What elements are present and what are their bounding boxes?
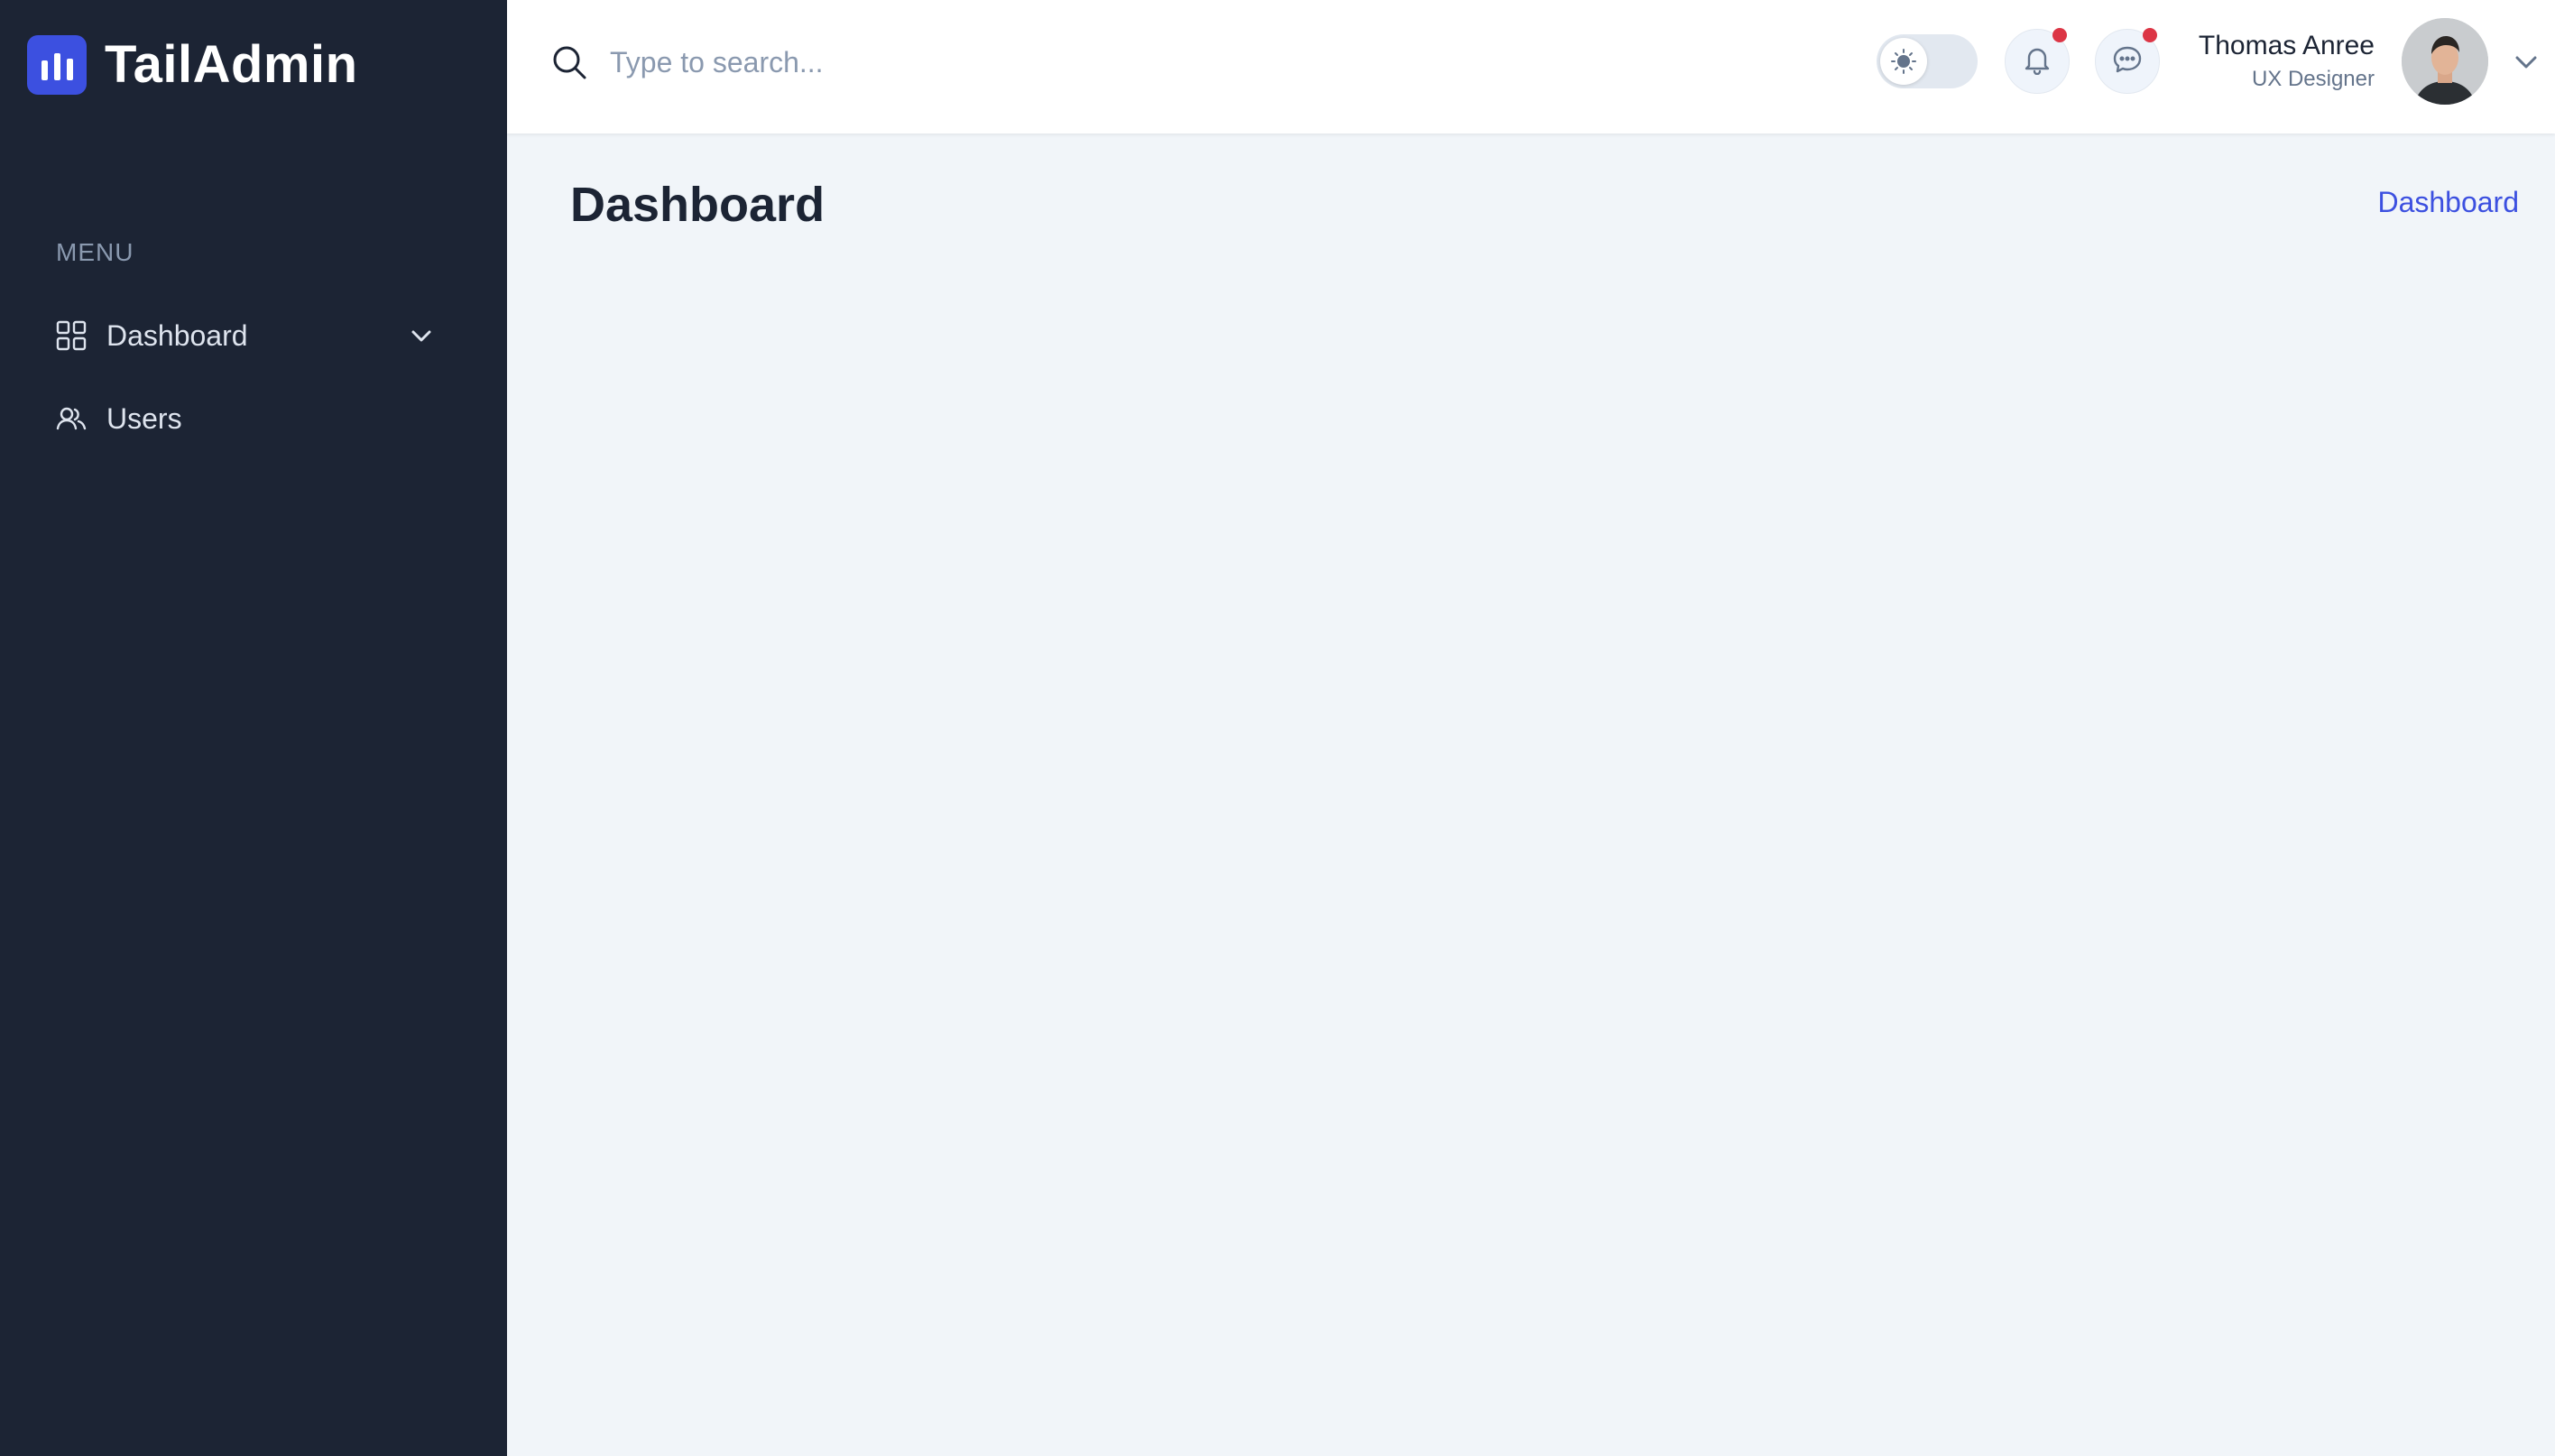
bell-icon [2022, 44, 2052, 79]
grid-icon [56, 320, 87, 351]
search-icon[interactable] [550, 43, 588, 81]
top-header: Thomas Anree UX Designer [507, 0, 2555, 134]
users-icon [56, 403, 87, 434]
notification-badge [2052, 28, 2067, 42]
sidebar-item-label: Users [106, 401, 182, 435]
brand-name: TailAdmin [105, 35, 358, 94]
avatar[interactable] [2402, 18, 2488, 105]
app-root: TailAdmin MENU Dashboard Users Type to s… [0, 0, 2555, 1456]
menu-heading: MENU [56, 238, 134, 266]
sidebar-item-users[interactable]: Users [56, 392, 435, 446]
chevron-down-icon[interactable] [2512, 47, 2541, 76]
user-info[interactable]: Thomas Anree UX Designer [2199, 31, 2375, 92]
notifications-button[interactable] [2005, 28, 2070, 94]
sidebar-item-dashboard[interactable]: Dashboard [56, 309, 435, 363]
bar-chart-logo-icon [27, 34, 87, 95]
messages-button[interactable] [2095, 28, 2160, 94]
chat-icon [2112, 44, 2143, 79]
sun-icon [1880, 38, 1927, 85]
sidebar: TailAdmin MENU Dashboard Users [0, 0, 507, 1456]
brand[interactable]: TailAdmin [27, 34, 358, 95]
search-input[interactable] [610, 36, 1241, 88]
message-badge [2143, 28, 2157, 42]
theme-toggle[interactable] [1877, 34, 1978, 88]
page-title: Dashboard [570, 178, 826, 232]
sidebar-item-label: Dashboard [106, 318, 248, 352]
chevron-down-icon[interactable] [408, 322, 435, 349]
user-role: UX Designer [2251, 67, 2375, 91]
user-name: Thomas Anree [2198, 31, 2375, 60]
breadcrumb[interactable]: Dashboard [2377, 186, 2519, 219]
